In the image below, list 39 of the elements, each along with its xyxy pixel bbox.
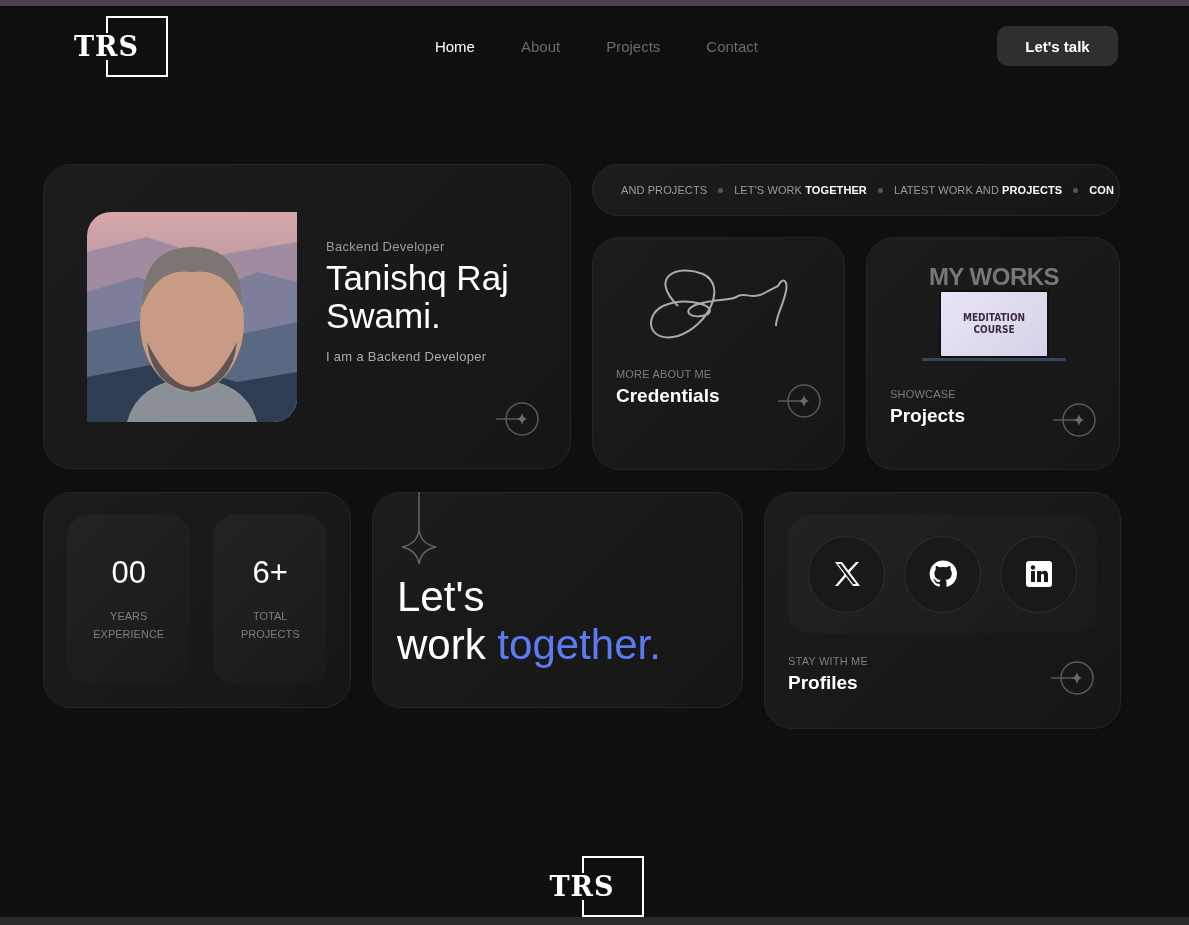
profile-name: Tanishq Raj Swami. <box>326 259 510 335</box>
bullet-dot <box>1073 187 1079 193</box>
stat-label: YEARS EXPERIENCE <box>92 609 166 642</box>
stat-value: 00 <box>111 555 146 591</box>
banner-text: MY WORKS <box>928 264 1060 290</box>
cta-card[interactable]: Let's work together. <box>372 492 743 708</box>
credentials-card[interactable]: MORE ABOUT ME Credentials <box>592 237 845 470</box>
marquee-text: AND PROJECTS <box>621 184 708 196</box>
cta-heading: Let's work together. <box>397 573 661 669</box>
eyebrow-label: SHOWCASE <box>890 388 956 400</box>
circle-star-icon[interactable] <box>1053 402 1097 438</box>
nav-link[interactable]: Projects <box>606 37 661 55</box>
lets-talk-button[interactable]: Let's talk <box>997 26 1118 66</box>
stat-value: 6+ <box>252 555 288 591</box>
github-icon <box>928 560 957 588</box>
stat-label: TOTAL PROJECTS <box>239 609 301 642</box>
laptop-drawing: MEDITATION COURSE <box>922 290 1066 361</box>
x-logo-icon <box>833 562 860 586</box>
linkedin-icon <box>1025 561 1052 587</box>
marquee-text: LET'S WORK TOGETHER <box>734 184 867 196</box>
circle-star-icon[interactable] <box>778 383 822 419</box>
circle-star-icon[interactable] <box>1051 660 1095 696</box>
hanging-star-icon <box>400 492 438 564</box>
card-title: Credentials <box>616 385 720 407</box>
marquee-text: LATEST WORK AND PROJECTS <box>893 184 1063 196</box>
nav-link[interactable]: About <box>520 37 561 55</box>
bullet-dot <box>718 187 724 193</box>
projects-card[interactable]: MY WORKS MEDITATION COURSE SHOWCASE Projects <box>866 237 1120 470</box>
marquee-text: CON <box>1089 184 1114 196</box>
eyebrow-label: MORE ABOUT ME <box>616 368 712 380</box>
nav-link[interactable]: Contact <box>706 37 759 55</box>
bullet-dot <box>877 187 883 193</box>
eyebrow-label: STAY WITH ME <box>788 655 868 667</box>
role-label: Backend Developer <box>326 239 445 254</box>
nav-link[interactable]: Home <box>434 37 475 55</box>
circle-star-icon[interactable] <box>496 401 540 437</box>
card-title: Profiles <box>788 672 858 694</box>
bio-text: I am a Backend Developer <box>326 349 487 364</box>
card-title: Projects <box>890 405 965 427</box>
